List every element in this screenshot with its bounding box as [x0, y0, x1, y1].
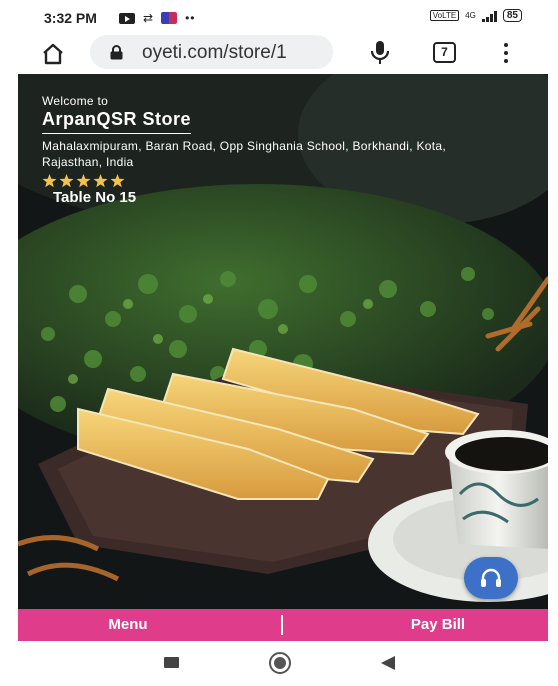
headset-icon [481, 568, 501, 587]
lock-icon [110, 45, 123, 60]
home-icon [43, 43, 63, 65]
store-address: Mahalaxmipuram, Baran Road, Opp Singhani… [42, 139, 447, 169]
battery-icon: 85 [502, 9, 522, 22]
microphone-icon [370, 41, 390, 64]
app-notification-icon [161, 12, 178, 24]
star-icon [93, 174, 108, 188]
status-bar: 3:32 PM ⇄ •• VoLTE 4G 85 [0, 0, 558, 34]
signal-icon [481, 10, 497, 22]
address-bar[interactable]: oyeti.com/store/1 [90, 35, 333, 69]
welcome-text: Welcome to [42, 94, 109, 108]
browser-toolbar: oyeti.com/store/1 7 [0, 34, 558, 74]
recent-apps-button[interactable] [164, 657, 179, 668]
star-icon [59, 174, 74, 188]
voice-search-button[interactable] [367, 38, 393, 68]
youtube-icon [119, 12, 135, 24]
more-vert-icon [504, 43, 508, 47]
volte-icon: VoLTE [429, 10, 460, 21]
bottom-action-bar: Menu Pay Bill [18, 609, 548, 641]
status-notification-icons: ⇄ •• [119, 11, 195, 25]
star-rating [42, 174, 502, 188]
home-circle-icon [274, 657, 286, 669]
browser-menu-button[interactable] [498, 41, 514, 65]
bar-divider [281, 615, 283, 635]
wifi-call-icon: ⇄ [143, 11, 154, 25]
back-button[interactable] [381, 656, 395, 670]
tab-switcher-button[interactable]: 7 [433, 42, 456, 63]
status-time: 3:32 PM [44, 10, 97, 26]
more-notifications-icon: •• [185, 11, 196, 25]
url-text: oyeti.com/store/1 [142, 42, 287, 63]
menu-button[interactable]: Menu [18, 609, 238, 641]
star-icon [76, 174, 91, 188]
system-home-button[interactable] [269, 652, 291, 674]
store-name: ArpanQSR Store [42, 109, 192, 134]
system-navigation-bar [0, 641, 558, 686]
store-info: Welcome to ArpanQSR Store Mahalaxmipuram… [42, 94, 502, 188]
table-number: Table No 15 [53, 189, 137, 206]
status-system-icons: VoLTE 4G 85 [429, 9, 522, 22]
browser-home-button[interactable] [38, 40, 68, 68]
store-hero: Welcome to ArpanQSR Store Mahalaxmipuram… [18, 74, 548, 609]
star-icon [42, 174, 57, 188]
star-icon [110, 174, 125, 188]
support-button[interactable] [464, 557, 518, 599]
network-type: 4G [465, 11, 476, 20]
pay-bill-button[interactable]: Pay Bill [358, 609, 518, 641]
